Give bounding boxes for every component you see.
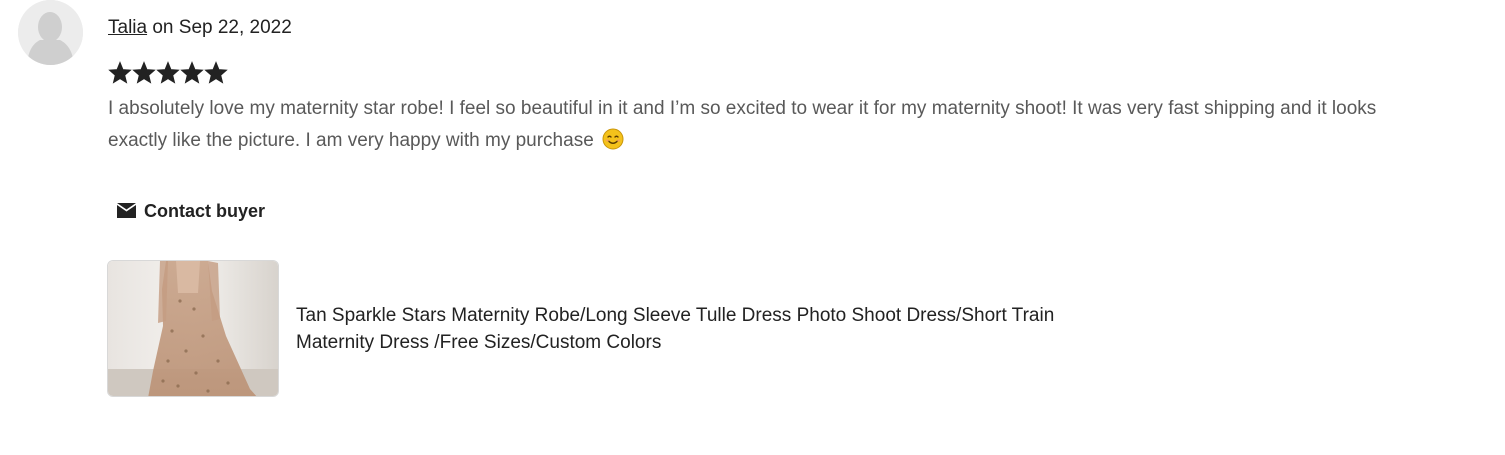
star-rating: [108, 60, 228, 90]
product-thumbnail[interactable]: [107, 260, 279, 397]
reviewer-avatar[interactable]: [18, 0, 83, 65]
review-text: I absolutely love my maternity star robe…: [108, 93, 1398, 161]
product-listing: Tan Sparkle Stars Maternity Robe/Long Sl…: [107, 260, 1116, 397]
product-title-link[interactable]: Tan Sparkle Stars Maternity Robe/Long Sl…: [296, 302, 1116, 356]
review-block: Talia on Sep 22, 2022 I absolutely love …: [108, 14, 1398, 151]
smiling-face-icon: [602, 128, 624, 161]
user-silhouette-icon: [18, 0, 83, 65]
star-filled-icon: [132, 61, 156, 84]
product-image: [108, 261, 278, 396]
star-filled-icon: [180, 61, 204, 84]
star-filled-icon: [156, 61, 180, 84]
star-filled-icon: [108, 61, 132, 84]
review-body: I absolutely love my maternity star robe…: [108, 98, 1377, 151]
contact-buyer-label: Contact buyer: [144, 200, 266, 221]
review-meta: Talia on Sep 22, 2022: [108, 14, 1398, 42]
star-filled-icon: [204, 61, 228, 84]
review-date: on Sep 22, 2022: [147, 17, 292, 38]
reviewer-name-link[interactable]: Talia: [108, 17, 147, 38]
envelope-icon: [117, 203, 136, 218]
contact-buyer-button[interactable]: Contact buyer: [108, 194, 273, 228]
